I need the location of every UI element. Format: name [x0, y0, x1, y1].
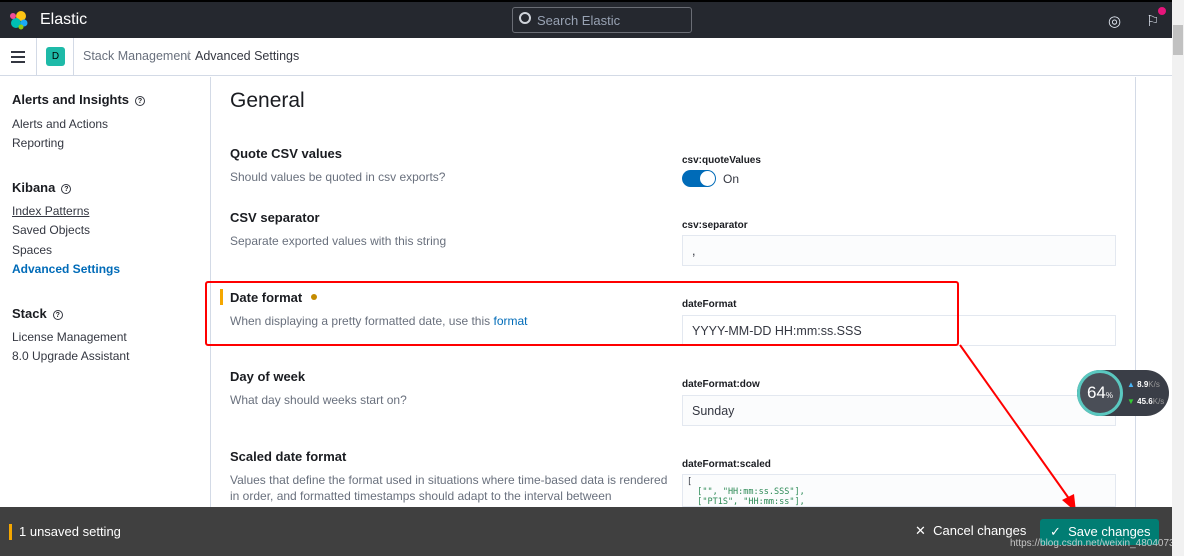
upload-rate: ▲ 8.9K/s — [1127, 380, 1160, 389]
scrollbar[interactable] — [1172, 0, 1184, 556]
speed-gauge: 64% — [1077, 370, 1123, 416]
network-speed-widget[interactable]: 64% ▲ 8.9K/s ▼ 45.6K/s — [1077, 370, 1169, 416]
download-rate: ▼ 45.6K/s — [1127, 397, 1165, 406]
scrollbar-thumb[interactable] — [1173, 25, 1183, 55]
annotation-arrow-icon — [959, 344, 1076, 512]
close-icon: ✕ — [915, 523, 926, 538]
bottom-bar: 1 unsaved setting ✕ Cancel changes ✓ Sav… — [0, 507, 1175, 556]
watermark: https://blog.csdn.net/weixin_4804073 — [1010, 538, 1175, 549]
cancel-changes-button[interactable]: ✕ Cancel changes — [915, 523, 1026, 539]
check-icon: ✓ — [1050, 524, 1061, 539]
unsaved-indicator — [9, 524, 12, 540]
unsaved-count: 1 unsaved setting — [19, 524, 121, 539]
